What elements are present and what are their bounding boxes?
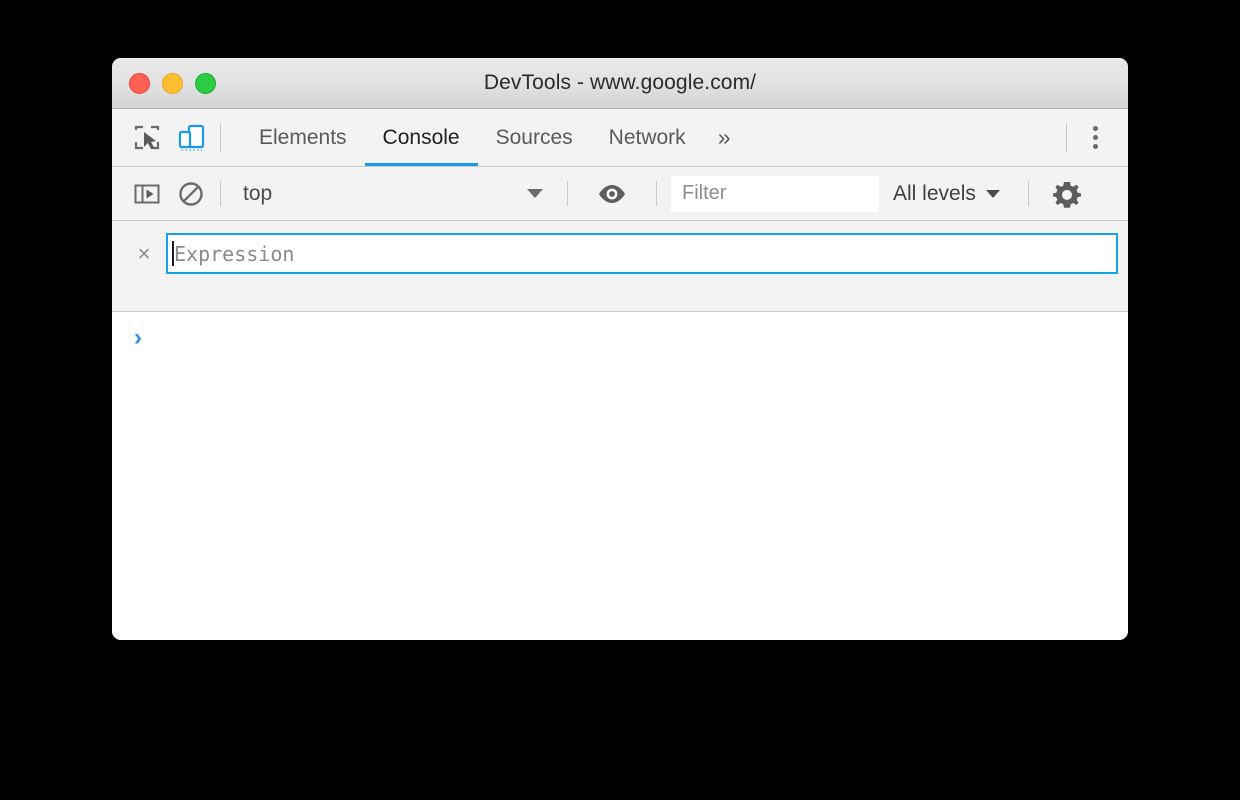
console-toolbar: top Filter All levels [112,167,1128,221]
window-title: DevTools - www.google.com/ [483,71,757,94]
more-tabs-chevron-icon[interactable]: » [704,109,743,166]
tab-network[interactable]: Network [591,109,704,166]
tab-sources-label: Sources [495,125,573,149]
tab-console[interactable]: Console [364,109,478,166]
create-live-expression-icon[interactable] [596,181,628,207]
console-prompt-row[interactable]: › [112,326,1128,350]
inspect-element-icon[interactable] [132,123,162,153]
console-toolbar-divider-4 [1027,181,1029,206]
console-sidebar-icon[interactable] [132,179,162,209]
tabbar-right-tools [1052,109,1128,166]
tabbar-tools [112,109,206,166]
chevron-down-icon [527,189,543,198]
live-expression-row: × Expression [112,233,1128,274]
console-toolbar-divider-1 [220,181,221,206]
tab-network-label: Network [608,125,686,149]
tabbar-divider [220,123,221,152]
console-toolbar-divider-3 [656,181,657,206]
log-level-select[interactable]: All levels [879,182,1014,206]
tab-elements[interactable]: Elements [241,109,365,166]
clear-console-icon[interactable] [176,179,206,209]
tab-elements-label: Elements [259,125,347,149]
console-toolbar-divider-2 [567,181,568,206]
devtools-tabbar: Elements Console Sources Network » [112,109,1128,167]
tabbar-right-divider [1066,123,1067,152]
tab-console-label: Console [382,125,460,149]
maximize-window-button[interactable] [195,72,216,94]
console-prompt-chevron-icon: › [134,324,142,351]
log-level-label: All levels [893,181,976,205]
live-expression-input[interactable]: Expression [166,233,1118,274]
execution-context-value: top [243,181,273,205]
live-expressions-pane: × Expression [112,221,1128,312]
window-titlebar: DevTools - www.google.com/ [112,58,1128,109]
traffic-lights [129,58,216,108]
minimize-window-button[interactable] [162,72,183,94]
console-output-area[interactable]: › [112,312,1128,640]
device-toolbar-icon[interactable] [176,123,206,153]
tab-sources[interactable]: Sources [478,109,591,166]
filter-input[interactable]: Filter [671,175,879,212]
settings-gear-icon[interactable] [1051,178,1083,210]
chevron-down-icon [985,189,1000,198]
remove-live-expression-button[interactable]: × [130,240,158,268]
panel-tabs: Elements Console Sources Network » [241,109,742,166]
execution-context-select[interactable]: top [235,177,553,211]
devtools-window: DevTools - www.google.com/ Elements Cons… [112,58,1128,640]
close-window-button[interactable] [129,72,150,94]
more-vertical-icon[interactable] [1081,116,1110,159]
live-expression-placeholder: Expression [174,241,295,266]
